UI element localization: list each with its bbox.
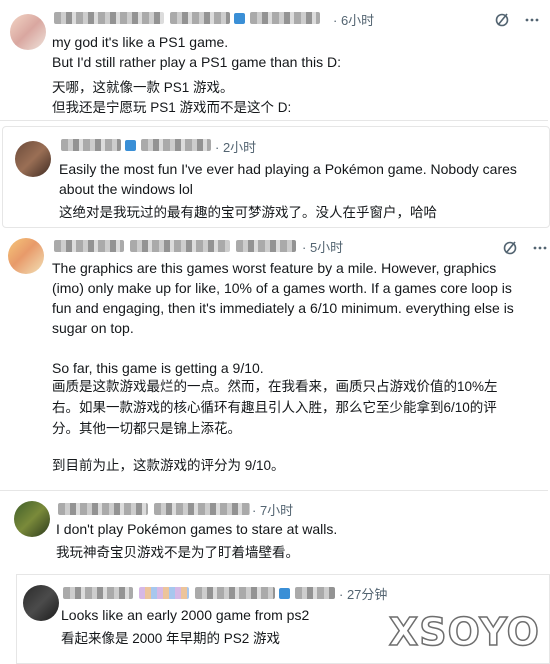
- avatar[interactable]: [15, 141, 51, 177]
- comment-card: · 6小时 my god it's like a PS1 game. But I…: [0, 0, 548, 121]
- comment-text-en: The graphics are this games worst featur…: [52, 260, 514, 376]
- timestamp[interactable]: · 7小时: [252, 500, 293, 519]
- author-handle-blurred: [141, 139, 211, 151]
- timestamp[interactable]: · 6小时: [333, 10, 374, 29]
- verified-badge-icon: [125, 140, 136, 151]
- author-name-blurred[interactable]: [54, 12, 164, 24]
- grok-icon[interactable]: [494, 12, 510, 28]
- comment-text-zh: 看起来像是 2000 年早期的 PS2 游戏: [61, 631, 281, 646]
- comment-text-en: I don't play Pokémon games to stare at w…: [56, 521, 338, 537]
- timestamp[interactable]: · 2小时: [215, 137, 256, 156]
- grok-icon[interactable]: [502, 240, 518, 256]
- author-name-blurred[interactable]: [58, 503, 148, 515]
- comment-text-zh: 这绝对是我玩过的最有趣的宝可梦游戏了。没人在乎窗户，哈哈: [59, 205, 437, 220]
- timestamp[interactable]: · 27分钟: [339, 584, 387, 603]
- author-name-blurred[interactable]: [63, 587, 133, 599]
- comment-card: · 2小时 Easily the most fun I've ever had …: [2, 126, 550, 228]
- author-handle-blurred: [130, 240, 230, 252]
- comment-actions: [502, 240, 548, 256]
- avatar[interactable]: [14, 501, 50, 537]
- author-handle-blurred: [295, 587, 335, 599]
- comment-text-zh: 天哪，这就像一款 PS1 游戏。 但我还是宁愿玩 PS1 游戏而不是这个 D:: [52, 80, 292, 115]
- author-handle-blurred: [139, 587, 189, 599]
- watermark-logo: XSOYO: [388, 609, 540, 655]
- verified-badge-icon: [279, 588, 290, 599]
- comment-card: · 5小时 The graphics are this games worst …: [0, 230, 548, 482]
- author-handle-blurred: [195, 587, 275, 599]
- comment-text-zh: 画质是这款游戏最烂的一点。然而，在我看来，画质只占游戏价值的10%左 右。如果一…: [52, 379, 498, 473]
- more-icon[interactable]: [524, 12, 540, 28]
- more-icon[interactable]: [532, 240, 548, 256]
- verified-badge-icon: [234, 13, 245, 24]
- author-handle-blurred: [250, 12, 320, 24]
- comment-text-zh: 我玩神奇宝贝游戏不是为了盯着墙壁看。: [56, 545, 299, 560]
- avatar[interactable]: [10, 14, 46, 50]
- comment-text-en: Looks like an early 2000 game from ps2: [61, 607, 310, 623]
- avatar[interactable]: [8, 238, 44, 274]
- avatar[interactable]: [23, 585, 59, 621]
- author-handle-blurred: [170, 12, 230, 24]
- author-handle-blurred: [236, 240, 296, 252]
- comment-card: · 7小时 I don't play Pokémon games to star…: [0, 490, 548, 571]
- comment-actions: [494, 12, 540, 28]
- author-handle-blurred: [154, 503, 250, 515]
- author-name-blurred[interactable]: [54, 240, 124, 252]
- comment-text-en: Easily the most fun I've ever had playin…: [59, 161, 517, 197]
- timestamp[interactable]: · 5小时: [302, 237, 343, 256]
- author-name-blurred[interactable]: [61, 139, 121, 151]
- comment-text-en: my god it's like a PS1 game. But I'd sti…: [52, 34, 342, 70]
